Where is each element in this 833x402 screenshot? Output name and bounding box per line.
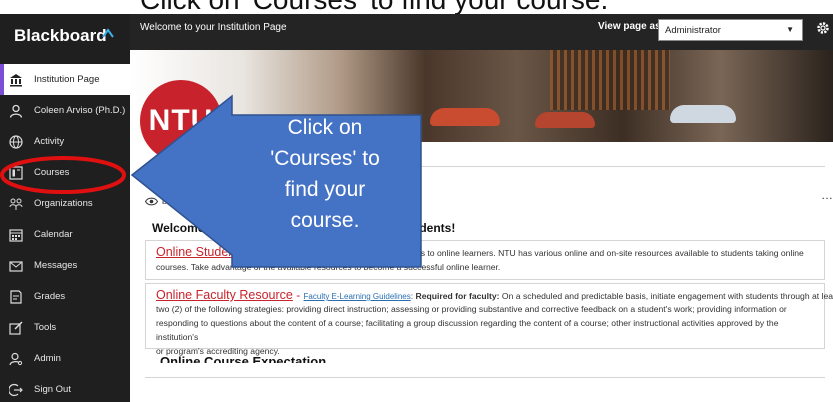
sidebar-item-label: Courses — [34, 167, 70, 178]
sidebar-item-sign-out[interactable]: Sign Out — [0, 374, 130, 402]
module-title: Welcome to the — [152, 221, 241, 235]
online-student-link[interactable]: Online Student — [156, 245, 239, 259]
sidebar-item-organizations[interactable]: Organizations — [0, 188, 130, 219]
sign-out-icon — [8, 382, 24, 398]
user-icon — [8, 103, 24, 119]
institution-banner — [130, 50, 833, 142]
sidebar-item-label: Institution Page — [34, 74, 100, 85]
grades-icon — [8, 289, 24, 305]
sidebar-item-label: Organizations — [34, 198, 93, 209]
student-text-line1: urces to online learners. NTU has variou… — [404, 248, 804, 258]
courses-icon — [8, 165, 24, 181]
callout-line: course. — [290, 209, 360, 232]
faculty-text-line1: On a scheduled and predictable basis, in… — [499, 291, 833, 301]
gear-icon[interactable] — [816, 21, 830, 35]
admin-icon — [8, 351, 24, 367]
sidebar-item-tools[interactable]: Tools — [0, 312, 130, 343]
callout-line: Click on — [287, 116, 363, 139]
faculty-text-line3: responding to questions about the conten… — [156, 318, 779, 342]
organizations-icon — [8, 196, 24, 212]
sidebar-item-institution-page[interactable]: Institution Page — [0, 64, 130, 95]
sidebar-item-label: Admin — [34, 353, 61, 364]
globe-icon — [8, 134, 24, 150]
eye-icon — [145, 197, 158, 206]
sidebar-item-label: Activity — [34, 136, 65, 147]
student-resource-card: Online Student urces to online learners.… — [145, 240, 825, 280]
required-label: Required for faculty: — [415, 291, 500, 301]
sidebar-item-messages[interactable]: Messages — [0, 250, 130, 281]
sidebar-item-courses[interactable]: Courses — [0, 157, 130, 188]
sidebar-item-label: Sign Out — [34, 384, 71, 395]
banner-shoe — [535, 112, 595, 128]
brand-logo: Blackboard — [14, 26, 107, 45]
callout-line: find your — [284, 178, 366, 201]
callout-line: 'Courses' to — [270, 147, 380, 170]
chevron-down-icon: ▼ — [786, 25, 794, 34]
sidebar: Blackboard Institution Page Coleen Arvis… — [0, 14, 130, 402]
banner-shoe — [430, 108, 500, 126]
caption-strip: Click on 'Courses' to find your course. — [0, 0, 833, 14]
sidebar-item-admin[interactable]: Admin — [0, 343, 130, 374]
ntu-logo: NTU — [140, 80, 222, 162]
faculty-text-line2: two (2) of the following strategies: pro… — [156, 304, 787, 314]
callout-text: Click on 'Courses' to find your course. — [240, 112, 410, 236]
divider — [145, 377, 825, 378]
sidebar-item-grades[interactable]: Grades — [0, 281, 130, 312]
view-page-as-value: Administrator — [665, 25, 721, 36]
page-title: Welcome to your Institution Page — [140, 22, 287, 33]
sidebar-item-profile[interactable]: Coleen Arviso (Ph.D.) — [0, 95, 130, 126]
faculty-resource-card: Online Faculty Resource - Faculty E-Lear… — [145, 283, 833, 356]
sidebar-item-label: Coleen Arviso (Ph.D.) — [34, 105, 126, 116]
visibility-toggle[interactable]: ble to users ▾ | — [145, 196, 220, 207]
messages-icon — [8, 258, 24, 274]
tools-icon — [8, 320, 24, 336]
brand-mark-icon — [102, 28, 114, 38]
sidebar-item-label: Tools — [34, 322, 57, 333]
calendar-icon — [8, 227, 24, 243]
faculty-elearning-guidelines-link[interactable]: Faculty E-Learning Guidelines — [304, 292, 411, 301]
banner-fringe — [550, 50, 670, 110]
sidebar-item-activity[interactable]: Activity — [0, 126, 130, 157]
student-text-line2: courses. Take advantage of the available… — [156, 262, 501, 272]
sidebar-item-label: Grades — [34, 291, 66, 302]
sidebar-item-calendar[interactable]: Calendar — [0, 219, 130, 250]
view-page-as-select[interactable]: Administrator ▼ — [658, 19, 803, 41]
sidebar-item-label: Messages — [34, 260, 78, 271]
top-bar: Welcome to your Institution Page View pa… — [130, 14, 833, 50]
sidebar-item-label: Calendar — [34, 229, 73, 240]
visibility-label: ble to users ▾ | — [162, 196, 221, 206]
more-options-icon[interactable]: … — [821, 188, 833, 202]
caption-text: Click on 'Courses' to find your course. — [140, 0, 608, 14]
banner-shoe — [670, 105, 736, 123]
online-faculty-resource-link[interactable]: Online Faculty Resource — [156, 288, 293, 302]
module-title-end: udents! — [412, 221, 456, 235]
link-separator: - — [292, 288, 304, 302]
view-page-as-label: View page as — [598, 21, 661, 32]
institution-icon — [8, 72, 24, 88]
online-course-expectation-title: Online Course Expectation — [160, 354, 327, 363]
